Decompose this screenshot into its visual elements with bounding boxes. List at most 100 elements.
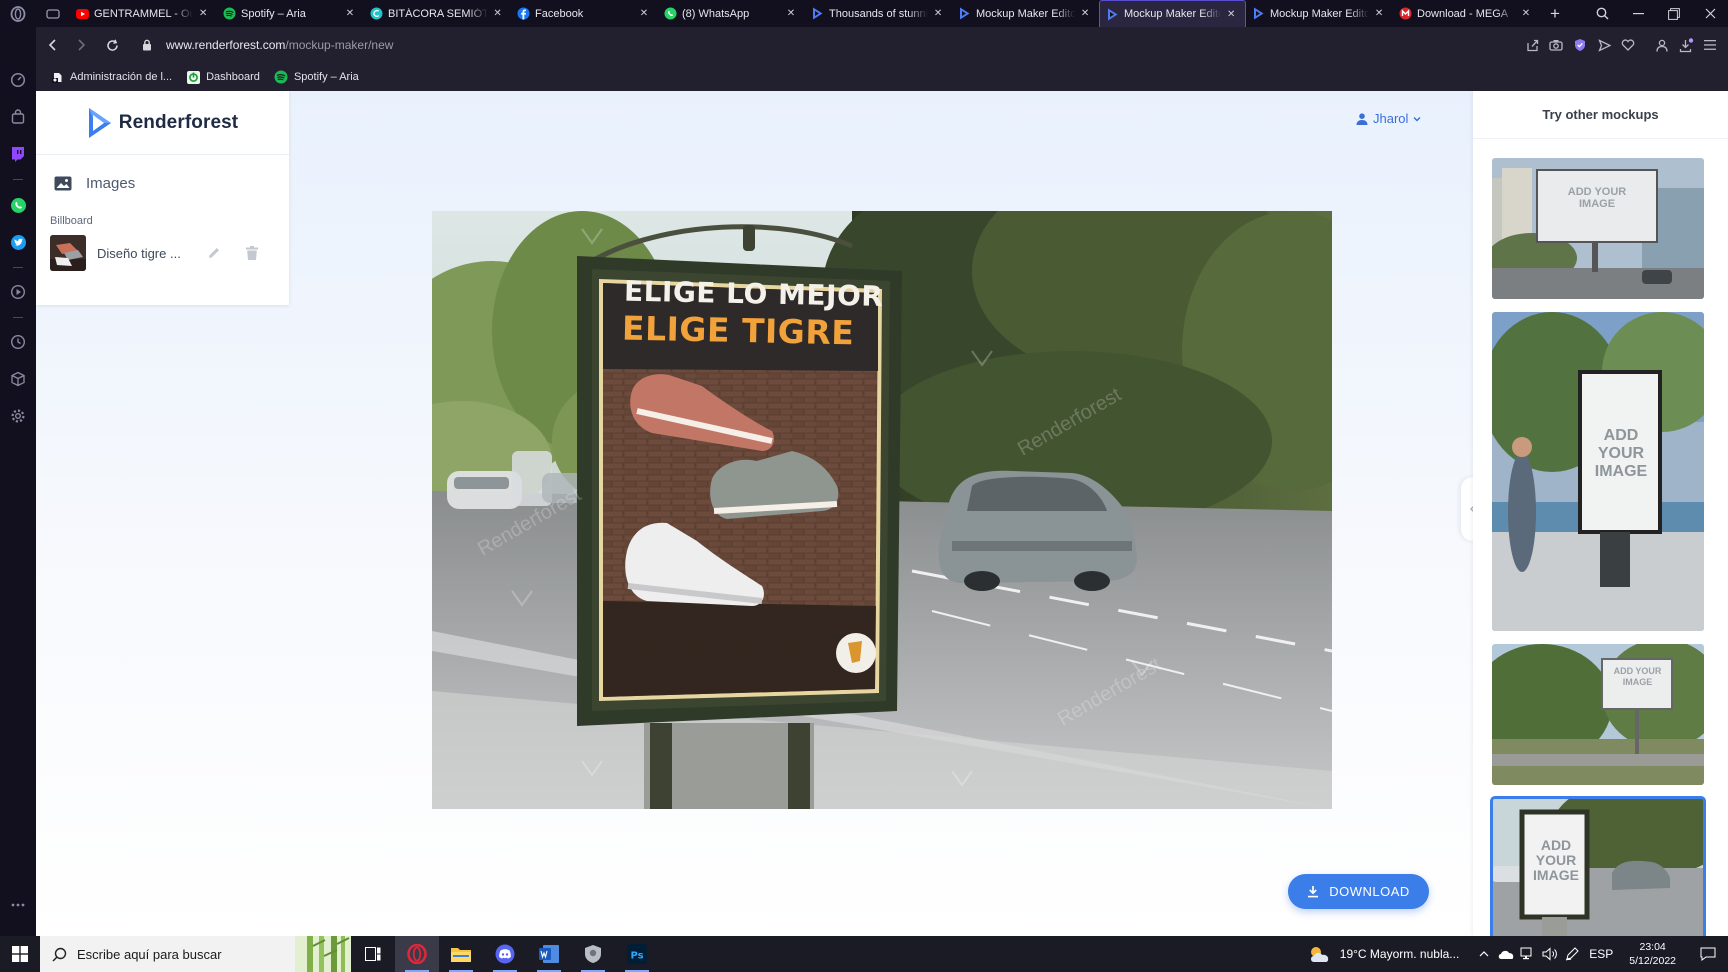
forward-button[interactable] <box>68 31 96 59</box>
tab-title: Mockup Maker Edito <box>976 7 1076 20</box>
back-button[interactable] <box>38 31 66 59</box>
images-section-header[interactable]: Images <box>36 155 289 211</box>
shopping-bag-icon[interactable] <box>8 107 28 127</box>
edit-pencil-icon[interactable] <box>205 244 223 262</box>
discord-icon[interactable] <box>483 936 527 972</box>
tab-close-icon[interactable]: ✕ <box>344 8 356 19</box>
browser-tab[interactable]: GENTRAMMEL - Ou ✕ <box>70 0 217 27</box>
more-options-icon[interactable] <box>8 895 28 915</box>
downloads-icon[interactable] <box>1674 33 1698 57</box>
file-explorer-icon[interactable] <box>439 936 483 972</box>
browser-tab[interactable]: BITÁCORA SEMIÓTIC✕ <box>364 0 511 27</box>
bookmark-item[interactable]: Dashboard <box>186 70 260 84</box>
mockup-suggestions-panel: Try other mockups ADD YOUR IMAGE ADD YOU… <box>1473 91 1728 936</box>
twitter-icon[interactable] <box>8 232 28 252</box>
share-icon[interactable] <box>1520 33 1544 57</box>
download-button[interactable]: DOWNLOAD <box>1288 874 1429 909</box>
onedrive-cloud-icon[interactable] <box>1495 949 1517 959</box>
send-icon[interactable] <box>1592 33 1616 57</box>
windows-start-button[interactable] <box>0 936 40 972</box>
restore-button[interactable] <box>1656 7 1692 20</box>
mockup-thumbnail-selected[interactable]: ADD YOUR IMAGE <box>1490 796 1706 936</box>
url-field[interactable]: www.renderforest.com/mockup-maker/new <box>166 38 393 52</box>
pen-icon[interactable] <box>1561 947 1583 961</box>
reload-button[interactable] <box>98 31 126 59</box>
thumb-placeholder-text: ADD YOUR IMAGE <box>1533 837 1579 883</box>
opera-taskbar-icon[interactable] <box>395 936 439 972</box>
browser-tab[interactable]: Facebook ✕ <box>511 0 658 27</box>
renderforest-logo[interactable]: Renderforest <box>36 91 289 155</box>
user-menu[interactable]: Jharol <box>1356 111 1421 126</box>
player-icon[interactable] <box>8 282 28 302</box>
input-language[interactable]: ESP <box>1583 947 1619 961</box>
windows-logo-icon <box>12 946 28 962</box>
browser-tab[interactable]: Mockup Maker Edito ✕ <box>1246 0 1393 27</box>
svg-text:Ps: Ps <box>631 951 644 962</box>
taskbar-search-box[interactable]: Escribe aquí para buscar <box>40 936 351 972</box>
mockup-thumbnail[interactable]: ADD YOUR IMAGE <box>1492 644 1704 785</box>
system-clock[interactable]: 23:04 5/12/2022 <box>1629 940 1676 968</box>
windows-taskbar: Escribe aquí para buscar Ps 19°C Mayorm.… <box>0 936 1728 972</box>
task-view-icon[interactable] <box>351 936 395 972</box>
twitch-icon[interactable] <box>8 144 28 164</box>
tab-close-icon[interactable]: ✕ <box>1373 8 1385 19</box>
search-tabs-icon[interactable] <box>1584 7 1620 20</box>
weather-widget[interactable]: 19°C Mayorm. nubla... <box>1308 945 1459 963</box>
photoshop-icon[interactable]: Ps <box>615 936 659 972</box>
browser-tab-strip: GENTRAMMEL - Ou ✕ Spotify – Aria ✕ BITÁCORA … <box>0 0 1728 27</box>
tab-close-icon[interactable]: ✕ <box>197 8 209 19</box>
mockup-thumbnail[interactable]: ADD YOUR IMAGE <box>1492 158 1704 299</box>
bookmark-item[interactable]: Administración de l... <box>50 70 172 84</box>
speed-dial-icon[interactable] <box>8 70 28 90</box>
shield-app-icon[interactable] <box>571 936 615 972</box>
account-icon[interactable] <box>1650 33 1674 57</box>
mockup-preview[interactable]: ELIGE LO MEJOR ELIGE TIGRE Renderforest … <box>432 211 1332 809</box>
search-placeholder: Escribe aquí para buscar <box>77 946 222 962</box>
minimize-button[interactable] <box>1620 12 1656 15</box>
tab-menu-icon[interactable] <box>36 0 70 27</box>
notifications-icon[interactable] <box>1688 947 1728 961</box>
extensions-cube-icon[interactable] <box>8 369 28 389</box>
tab-close-icon[interactable]: ✕ <box>932 8 944 19</box>
whatsapp-icon[interactable] <box>8 195 28 215</box>
poster-headline-1: ELIGE LO MEJOR <box>623 274 884 314</box>
layer-item[interactable]: Diseño tigre ... <box>36 233 289 273</box>
word-icon[interactable] <box>527 936 571 972</box>
tab-title: Mockup Maker Edito <box>1270 7 1370 20</box>
easy-setup-menu-icon[interactable] <box>1698 33 1722 57</box>
browser-tab-active[interactable]: Mockup Maker Edito ✕ <box>1099 0 1246 27</box>
design-thumbnail[interactable] <box>50 235 86 271</box>
volume-icon[interactable] <box>1539 947 1561 961</box>
browser-tab[interactable]: Mockup Maker Edito ✕ <box>952 0 1099 27</box>
network-icon[interactable] <box>1517 947 1539 961</box>
new-tab-button[interactable]: + <box>1540 0 1570 27</box>
tab-close-icon[interactable]: ✕ <box>1225 9 1237 20</box>
chevron-up-icon[interactable] <box>1473 951 1495 957</box>
tab-close-icon[interactable]: ✕ <box>638 8 650 19</box>
browser-tab[interactable]: (8) WhatsApp ✕ <box>658 0 805 27</box>
tab-title: (8) WhatsApp <box>682 7 750 20</box>
tab-close-icon[interactable]: ✕ <box>1079 8 1091 19</box>
billboard-label: Billboard <box>50 215 93 227</box>
heart-bookmark-icon[interactable] <box>1616 33 1640 57</box>
tab-close-icon[interactable]: ✕ <box>785 8 797 19</box>
tab-close-icon[interactable]: ✕ <box>492 8 503 19</box>
vpn-shield-icon[interactable] <box>1568 33 1592 57</box>
tab-title: Download - MEGA <box>1417 7 1509 20</box>
browser-tab[interactable]: Spotify – Aria ✕ <box>217 0 364 27</box>
close-window-button[interactable] <box>1692 8 1728 19</box>
panel-title: Try other mockups <box>1473 91 1728 139</box>
browser-tab[interactable]: Download - MEGA ✕ <box>1393 0 1540 27</box>
image-icon <box>54 176 72 190</box>
snapshot-camera-icon[interactable] <box>1544 33 1568 57</box>
lock-icon[interactable] <box>140 39 154 51</box>
opera-logo-icon[interactable] <box>0 0 36 27</box>
tab-close-icon[interactable]: ✕ <box>1520 8 1532 19</box>
settings-gear-icon[interactable] <box>8 406 28 426</box>
history-icon[interactable] <box>8 332 28 352</box>
logo-wordmark: Renderforest <box>118 111 239 133</box>
bookmark-item[interactable]: Spotify – Aria <box>274 70 359 84</box>
mockup-thumbnail[interactable]: ADD YOUR IMAGE <box>1492 312 1704 631</box>
browser-tab[interactable]: Thousands of stunni ✕ <box>805 0 952 27</box>
delete-trash-icon[interactable] <box>243 244 261 262</box>
